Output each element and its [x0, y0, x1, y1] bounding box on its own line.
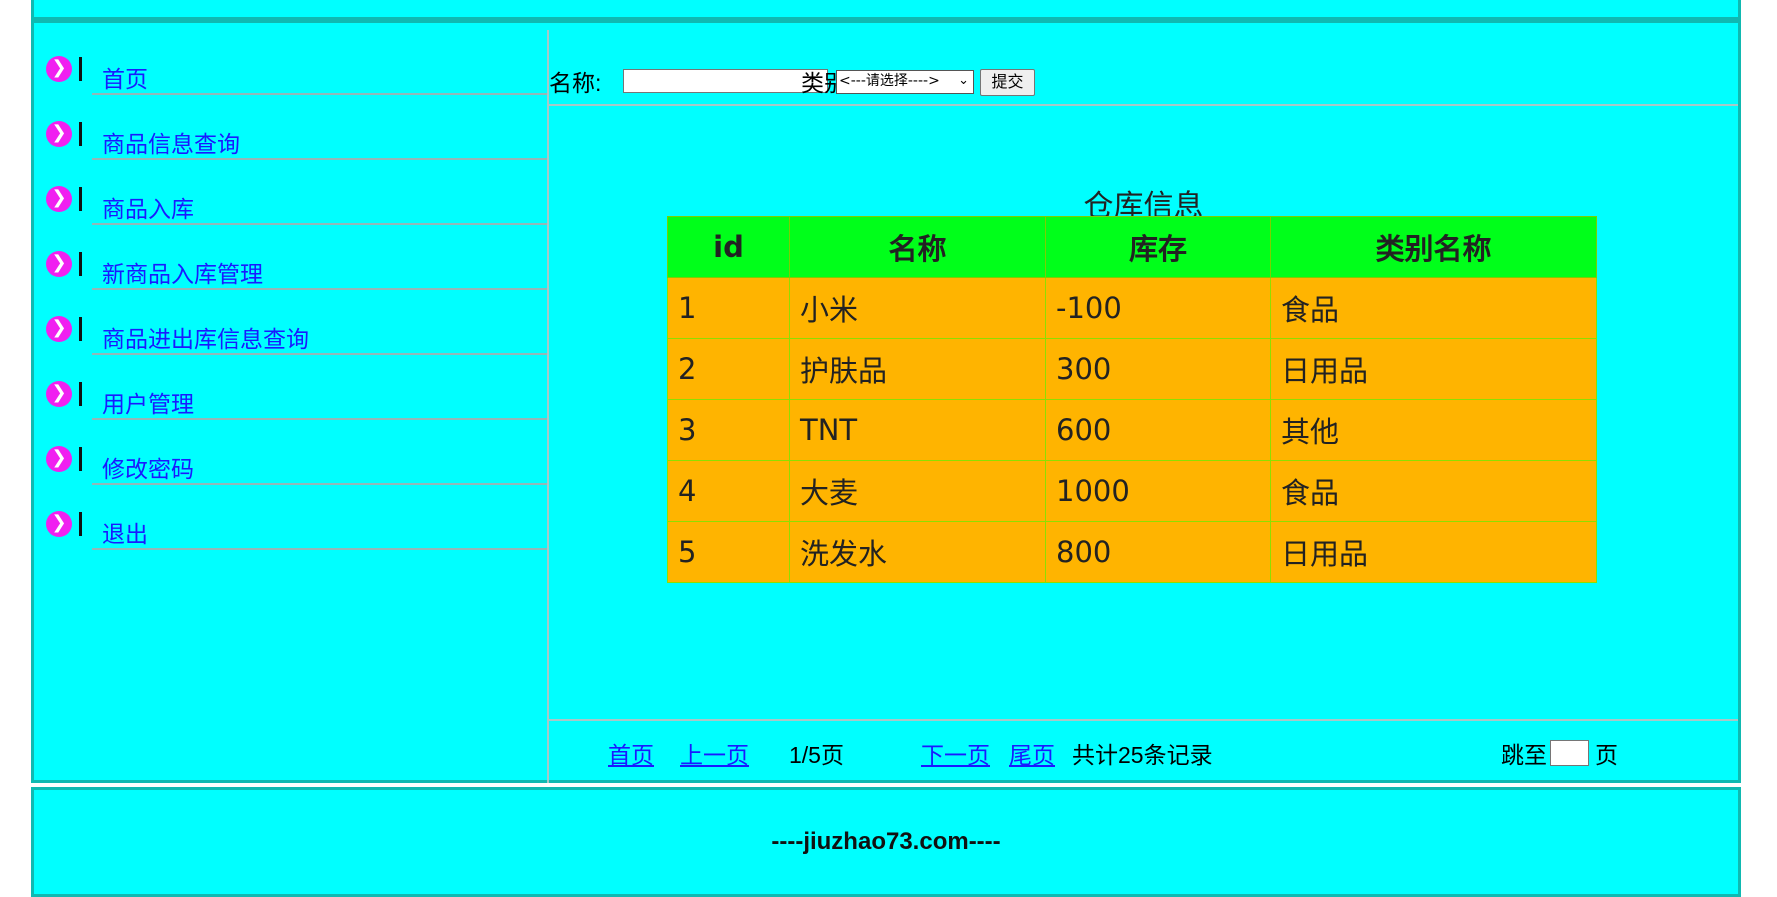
total-records: 共计25条记录 — [1072, 742, 1213, 768]
sidebar-item-users[interactable]: ❯ 用户管理 — [34, 355, 547, 420]
arrow-bullet-icon: ❯ — [46, 446, 72, 472]
name-label: 名称: — [549, 70, 602, 96]
type-select[interactable]: <---请选择----> ⌄ — [836, 70, 974, 94]
cell-category: 食品 — [1270, 277, 1597, 339]
first-page-link[interactable]: 首页 — [608, 736, 654, 770]
table-header-row: id 名称 库存 类别名称 — [667, 216, 1597, 278]
cell-stock: 1000 — [1045, 460, 1271, 522]
cell-stock: 600 — [1045, 399, 1271, 461]
cell-category: 日用品 — [1270, 338, 1597, 400]
table-row: 4 大麦 1000 食品 — [667, 460, 1597, 522]
sidebar-item-label[interactable]: 商品信息查询 — [102, 125, 240, 159]
sidebar-item-label[interactable]: 修改密码 — [102, 450, 194, 484]
cell-stock: 800 — [1045, 521, 1271, 583]
cell-stock: -100 — [1045, 277, 1271, 339]
arrow-bullet-icon: ❯ — [46, 56, 72, 82]
sidebar-item-label[interactable]: 首页 — [102, 60, 148, 94]
name-input[interactable] — [623, 69, 828, 93]
arrow-bullet-icon: ❯ — [46, 186, 72, 212]
footer: ----jiuzhao73.com---- — [31, 787, 1741, 897]
arrow-bullet-icon: ❯ — [46, 121, 72, 147]
search-bar: 名称: 类别: <---请选择----> ⌄ 提交 — [549, 30, 1738, 106]
sidebar-item-label[interactable]: 退出 — [102, 515, 148, 549]
sidebar-item-logout[interactable]: ❯ 退出 — [34, 485, 547, 550]
arrow-bullet-icon: ❯ — [46, 316, 72, 342]
next-page-link[interactable]: 下一页 — [921, 736, 990, 770]
last-page-link[interactable]: 尾页 — [1009, 736, 1055, 770]
cell-category: 其他 — [1270, 399, 1597, 461]
cell-name: 大麦 — [789, 460, 1046, 522]
cell-id: 1 — [667, 277, 790, 339]
submit-button[interactable]: 提交 — [980, 69, 1035, 96]
table-row: 3 TNT 600 其他 — [667, 399, 1597, 461]
jump-label: 跳至 — [1501, 742, 1547, 768]
arrow-bullet-icon: ❯ — [46, 381, 72, 407]
sidebar-item-change-password[interactable]: ❯ 修改密码 — [34, 420, 547, 485]
sidebar-item-product-query[interactable]: ❯ 商品信息查询 — [34, 95, 547, 160]
table-row: 1 小米 -100 食品 — [667, 277, 1597, 339]
sidebar-nav: ❯ 首页 ❯ 商品信息查询 ❯ 商品入库 ❯ 新商品入库管理 ❯ 商品进出库信息… — [34, 30, 549, 783]
table-row: 2 护肤品 300 日用品 — [667, 338, 1597, 400]
cell-id: 3 — [667, 399, 790, 461]
sidebar-item-label[interactable]: 新商品入库管理 — [102, 255, 263, 289]
cell-id: 5 — [667, 521, 790, 583]
sidebar-item-new-stock-in[interactable]: ❯ 新商品入库管理 — [34, 225, 547, 290]
sidebar-item-label[interactable]: 商品进出库信息查询 — [102, 320, 309, 354]
jump-suffix: 页 — [1595, 742, 1618, 768]
footer-text: ----jiuzhao73.com---- — [771, 828, 1001, 855]
inventory-table: id 名称 库存 类别名称 1 小米 -100 食品 2 护肤品 300 日用品… — [667, 216, 1597, 583]
header-stock: 库存 — [1045, 216, 1271, 278]
main-panel: ❯ 首页 ❯ 商品信息查询 ❯ 商品入库 ❯ 新商品入库管理 ❯ 商品进出库信息… — [31, 20, 1741, 783]
top-banner — [31, 0, 1741, 20]
header-id: id — [667, 216, 790, 278]
arrow-bullet-icon: ❯ — [46, 511, 72, 537]
chevron-down-icon: ⌄ — [958, 73, 969, 88]
cell-id: 2 — [667, 338, 790, 400]
cell-name: 洗发水 — [789, 521, 1046, 583]
type-select-value: <---请选择----> — [839, 73, 940, 89]
jump-page-input[interactable] — [1550, 740, 1589, 766]
page-info: 1/5页 — [789, 742, 844, 768]
cell-name: TNT — [789, 399, 1046, 461]
pagination-bar: 首页 上一页 1/5页 下一页 尾页 共计25条记录 跳至 页 — [549, 719, 1738, 783]
table-row: 5 洗发水 800 日用品 — [667, 521, 1597, 583]
sidebar-item-stock-in[interactable]: ❯ 商品入库 — [34, 160, 547, 225]
cell-name: 小米 — [789, 277, 1046, 339]
divider — [92, 548, 547, 550]
cell-name: 护肤品 — [789, 338, 1046, 400]
cell-category: 食品 — [1270, 460, 1597, 522]
sidebar-item-inout-query[interactable]: ❯ 商品进出库信息查询 — [34, 290, 547, 355]
arrow-bullet-icon: ❯ — [46, 251, 72, 277]
header-name: 名称 — [789, 216, 1046, 278]
cell-category: 日用品 — [1270, 521, 1597, 583]
cell-stock: 300 — [1045, 338, 1271, 400]
prev-page-link[interactable]: 上一页 — [680, 736, 749, 770]
header-category: 类别名称 — [1270, 216, 1597, 278]
cell-id: 4 — [667, 460, 790, 522]
sidebar-item-home[interactable]: ❯ 首页 — [34, 30, 547, 95]
sidebar-item-label[interactable]: 用户管理 — [102, 385, 194, 419]
sidebar-item-label[interactable]: 商品入库 — [102, 190, 194, 224]
